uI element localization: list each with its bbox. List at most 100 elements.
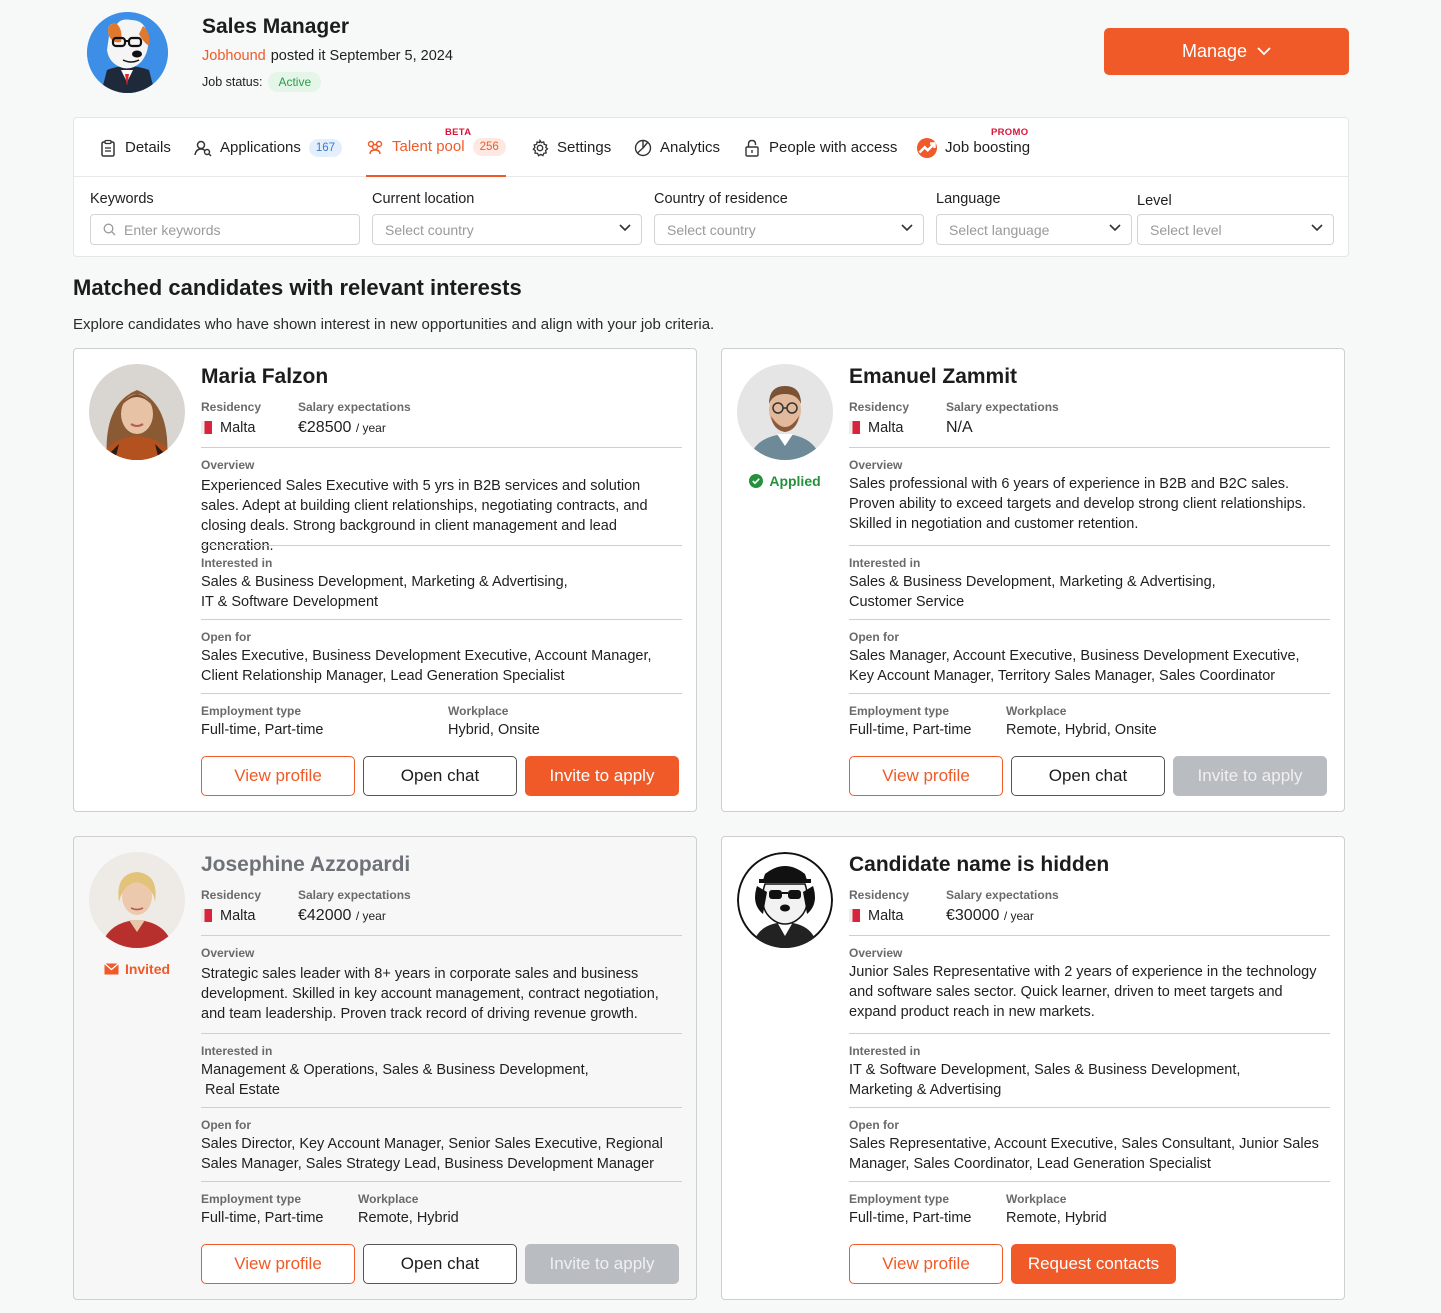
view-profile-button[interactable]: View profile (849, 756, 1003, 796)
interested-in-line-1: Sales & Business Development, Marketing … (201, 574, 568, 590)
open-chat-button[interactable]: Open chat (363, 1244, 517, 1284)
residency-value: Malta (849, 418, 903, 438)
interested-in-line-1: Sales & Business Development, Marketing … (849, 574, 1216, 590)
view-profile-button[interactable]: View profile (201, 756, 355, 796)
employment-type-label: Employment type (849, 1192, 950, 1206)
residency-value: Malta (849, 906, 903, 926)
invite-to-apply-button: Invite to apply (525, 1244, 679, 1284)
open-for-line-2: Sales Manager, Sales Strategy Lead, Busi… (201, 1156, 654, 1172)
overview-label: Overview (849, 946, 903, 960)
interested-in-label: Interested in (849, 1044, 921, 1058)
boost-icon (917, 137, 937, 158)
divider (849, 545, 1330, 546)
salary-label: Salary expectations (298, 400, 411, 414)
view-profile-button[interactable]: View profile (201, 1244, 355, 1284)
country-of-residence-select[interactable]: Select country (654, 214, 924, 245)
company-logo (87, 12, 168, 93)
check-circle-icon (749, 474, 764, 488)
talent-pool-count: 256 (472, 137, 506, 156)
interested-in-line-2: IT & Software Development (201, 594, 379, 610)
tab-label: Analytics (660, 139, 721, 156)
malta-flag-icon (201, 421, 212, 434)
keywords-input[interactable]: Enter keywords (90, 214, 360, 245)
divider (849, 447, 1330, 448)
tab-settings[interactable]: Settings (531, 118, 611, 177)
job-title: Sales Manager (202, 15, 350, 38)
divider (849, 1181, 1330, 1182)
pie-chart-icon (634, 139, 652, 156)
open-for-label: Open for (201, 630, 251, 644)
candidate-name: Candidate name is hidden (849, 853, 1110, 876)
malta-flag-icon (201, 909, 212, 922)
malta-flag-icon (849, 909, 860, 922)
salary-period: / year (1003, 909, 1034, 923)
employment-type-value: Full-time, Part-time (849, 1210, 972, 1226)
residency-label: Residency (849, 888, 910, 902)
salary-period: / year (355, 909, 386, 923)
interested-in-line-2: Marketing & Advertising (849, 1082, 1002, 1098)
anonymous-avatar (737, 852, 833, 948)
invite-to-apply-button[interactable]: Invite to apply (525, 756, 679, 796)
tab-details[interactable]: Details (99, 118, 171, 177)
avatar (89, 364, 185, 460)
divider (201, 545, 682, 546)
open-chat-button[interactable]: Open chat (363, 756, 517, 796)
language-select[interactable]: Select language (936, 214, 1132, 245)
section-subtitle: Explore candidates who have shown intere… (73, 316, 715, 333)
posted-line: Jobhound posted it September 5, 2024 (202, 48, 453, 64)
view-profile-button[interactable]: View profile (849, 1244, 1003, 1284)
employment-type-label: Employment type (201, 1192, 302, 1206)
interested-in-label: Interested in (201, 556, 273, 570)
residency-country: Malta (220, 908, 256, 924)
talent-pool-panel: Details Applications 167 Talent pool 256… (73, 117, 1349, 257)
employment-type-value: Full-time, Part-time (201, 722, 324, 738)
keywords-label: Keywords (90, 191, 154, 207)
workplace-label: Workplace (448, 704, 509, 718)
salary-amount: N/A (946, 419, 973, 436)
search-icon (103, 223, 116, 236)
open-for-label: Open for (849, 630, 899, 644)
salary-label: Salary expectations (946, 400, 1059, 414)
divider (201, 693, 682, 694)
salary-value: €30000 / year (946, 906, 1034, 926)
residency-country: Malta (868, 420, 904, 436)
level-placeholder: Select level (1150, 221, 1222, 238)
divider (201, 935, 682, 936)
tab-label: People with access (769, 139, 898, 156)
salary-amount: €28500 (298, 419, 352, 436)
company-link[interactable]: Jobhound (202, 48, 266, 64)
applications-count: 167 (308, 138, 343, 157)
tab-analytics[interactable]: Analytics (634, 118, 720, 177)
country-of-residence-label: Country of residence (654, 191, 788, 207)
interested-in-line-1: IT & Software Development, Sales & Busin… (849, 1062, 1241, 1078)
country-of-residence-placeholder: Select country (667, 221, 756, 238)
level-select[interactable]: Select level (1137, 214, 1334, 245)
tab-people-with-access[interactable]: People with access (743, 118, 897, 177)
employment-type-label: Employment type (849, 704, 950, 718)
divider (201, 447, 682, 448)
open-for-label: Open for (849, 1118, 899, 1132)
residency-label: Residency (201, 888, 262, 902)
open-chat-button[interactable]: Open chat (1011, 756, 1165, 796)
keywords-placeholder: Enter keywords (124, 221, 221, 238)
invited-status: Invited (74, 961, 200, 977)
avatar (89, 852, 185, 948)
current-location-select[interactable]: Select country (372, 214, 642, 245)
job-header: Sales Manager Jobhound posted it Septembe… (0, 0, 1441, 110)
manage-button[interactable]: Manage (1104, 28, 1349, 75)
tab-applications[interactable]: Applications 167 (194, 118, 343, 177)
residency-value: Malta (201, 906, 255, 926)
beta-badge: BETA (445, 127, 472, 138)
workplace-label: Workplace (1006, 704, 1067, 718)
tab-talent-pool[interactable]: Talent pool 256 (366, 118, 506, 177)
divider (849, 619, 1330, 620)
divider (849, 693, 1330, 694)
job-status: Job status: Active (202, 72, 322, 92)
salary-value: N/A (946, 418, 973, 438)
gear-icon (532, 138, 549, 157)
residency-country: Malta (220, 420, 256, 436)
chevron-down-icon (619, 224, 631, 232)
interested-in-line-2: Real Estate (201, 1082, 280, 1098)
employment-type-value: Full-time, Part-time (849, 722, 972, 738)
request-contacts-button[interactable]: Request contacts (1011, 1244, 1176, 1284)
